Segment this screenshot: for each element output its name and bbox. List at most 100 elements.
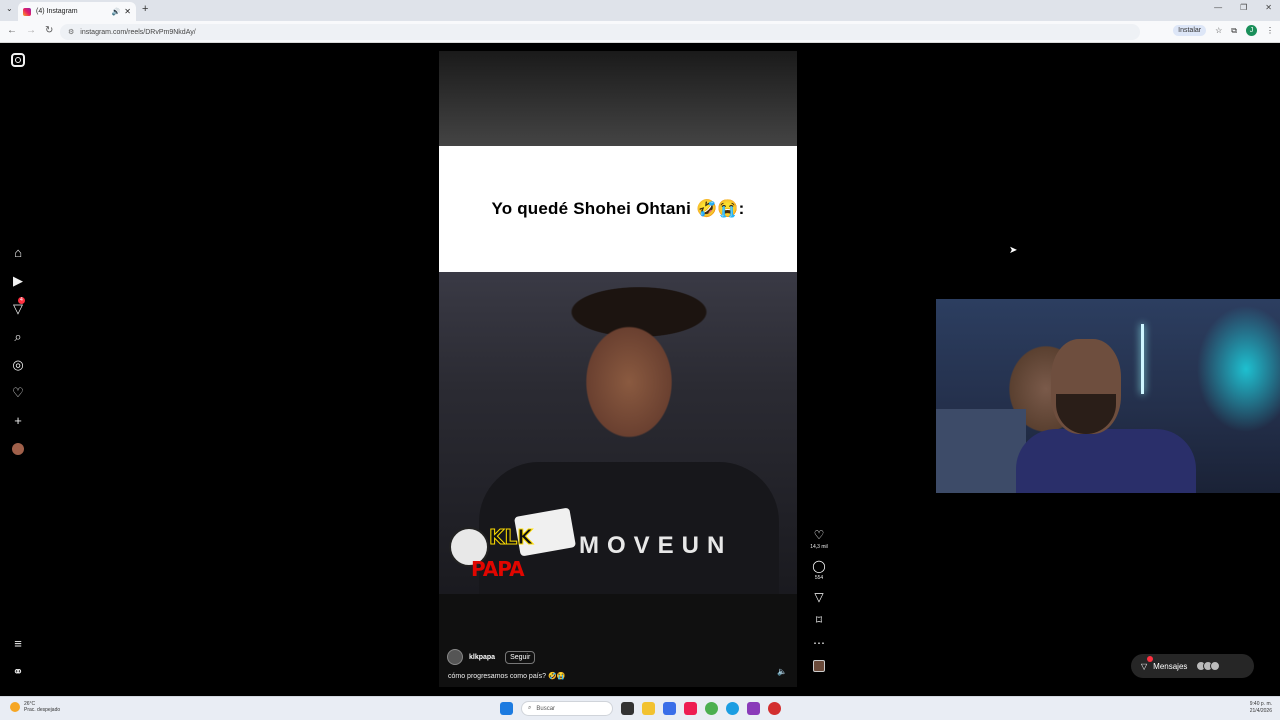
reel-info: klkpapa Seguir cómo progresamos como paí… bbox=[439, 594, 797, 687]
obs-icon[interactable] bbox=[768, 702, 781, 715]
profile-avatar[interactable]: J bbox=[1246, 25, 1257, 36]
heart-icon[interactable]: ♡ bbox=[814, 529, 825, 542]
close-window-icon[interactable]: ✕ bbox=[1265, 3, 1272, 12]
tiktok-icon[interactable] bbox=[684, 702, 697, 715]
comment-action[interactable]: ◯ 554 bbox=[806, 560, 832, 582]
caption-card: Yo quedé Shohei Ohtani 🤣😭: bbox=[439, 146, 797, 272]
share-icon[interactable]: ▽ bbox=[814, 591, 823, 604]
notifications-heart-icon[interactable]: ♡ bbox=[10, 385, 26, 401]
minimize-icon[interactable]: — bbox=[1214, 3, 1222, 12]
search-placeholder: Buscar bbox=[536, 705, 556, 712]
logo-text-bottom: PAPA bbox=[471, 557, 525, 581]
forward-icon[interactable]: → bbox=[26, 25, 36, 36]
webcam-bed bbox=[936, 409, 1026, 493]
reels-icon[interactable]: ▶ bbox=[10, 273, 26, 289]
like-action[interactable]: ♡ 14,3 mil bbox=[806, 529, 832, 551]
notification-badge: 4 bbox=[18, 297, 25, 304]
create-plus-icon[interactable]: + bbox=[10, 413, 26, 429]
back-icon[interactable]: ← bbox=[7, 25, 17, 36]
speaker-icon[interactable]: 🔊 bbox=[112, 8, 121, 16]
taskbar-clock[interactable]: 9:40 p. m. 21/4/2026 bbox=[1250, 701, 1272, 715]
taskbar-search[interactable]: ⌕ Buscar bbox=[521, 701, 613, 716]
instagram-logo-icon[interactable] bbox=[11, 53, 25, 67]
url-field[interactable]: ⚙ instagram.com/reels/DRvPm9NkdAy/ bbox=[60, 24, 1140, 40]
browser-toolbar-right: Instalar ☆ ⧉ J ⋮ bbox=[1173, 25, 1274, 36]
messages-badge bbox=[1147, 656, 1153, 662]
author-name[interactable]: klkpapa bbox=[469, 654, 495, 661]
comment-count: 554 bbox=[814, 575, 824, 581]
instagram-favicon-icon bbox=[23, 7, 31, 16]
search-icon[interactable]: ⌕ bbox=[10, 329, 26, 345]
weather-sun-icon bbox=[10, 702, 20, 712]
audio-thumbnail[interactable] bbox=[813, 660, 825, 672]
save-action[interactable]: ⌑ bbox=[806, 614, 832, 627]
new-tab-button[interactable]: + bbox=[142, 3, 148, 15]
reel-top-gradient bbox=[439, 51, 797, 146]
follow-button[interactable]: Seguir bbox=[505, 650, 536, 664]
taskbar-apps: ⌕ Buscar bbox=[500, 701, 781, 716]
messenger-icon: ▽ bbox=[1141, 661, 1148, 671]
browser-tab-bar: ⌄ (4) Instagram 🔊 ✕ + — ❐ ✕ bbox=[0, 0, 1280, 21]
webcam-person-body bbox=[1016, 429, 1196, 493]
browser-tab-instagram[interactable]: (4) Instagram 🔊 ✕ bbox=[18, 2, 136, 21]
comment-icon[interactable]: ◯ bbox=[812, 560, 825, 573]
messages-label: Mensajes bbox=[1153, 661, 1188, 671]
tab-title: (4) Instagram bbox=[36, 8, 78, 15]
webcam-overlay bbox=[936, 299, 1280, 493]
task-view-icon[interactable] bbox=[621, 702, 634, 715]
left-navigation: ⌂ ▶ ▽ 4 ⌕ ◎ ♡ + ≡ ⚭ bbox=[0, 43, 36, 696]
install-app-button[interactable]: Instalar bbox=[1173, 25, 1207, 36]
chrome-icon[interactable] bbox=[705, 702, 718, 715]
extensions-icon[interactable]: ⧉ bbox=[1231, 26, 1237, 36]
message-avatars bbox=[1196, 661, 1221, 671]
url-text: instagram.com/reels/DRvPm9NkdAy/ bbox=[80, 28, 196, 36]
profile-avatar-nav[interactable] bbox=[12, 443, 24, 455]
window-controls: — ❐ ✕ bbox=[1214, 3, 1272, 12]
more-menu-icon[interactable]: ≡ bbox=[10, 636, 26, 652]
klk-papa-logo: KLK PAPA bbox=[449, 517, 549, 585]
shirt-text: MOVEUN bbox=[579, 532, 733, 559]
bookmark-star-icon[interactable]: ☆ bbox=[1215, 26, 1222, 35]
edge-icon[interactable] bbox=[726, 702, 739, 715]
clock-date: 21/4/2026 bbox=[1249, 708, 1272, 714]
post-caption: cómo progresamos como país? 🤣😭 bbox=[448, 673, 566, 680]
home-icon[interactable]: ⌂ bbox=[10, 245, 26, 261]
like-count: 14,3 mil bbox=[810, 544, 828, 550]
messages-nav-icon[interactable]: ▽ 4 bbox=[10, 297, 26, 317]
more-options-icon[interactable]: ⋯ bbox=[813, 637, 825, 650]
browser-menu-icon[interactable]: ⋮ bbox=[1266, 26, 1274, 35]
windows-taskbar: 26°C Prac. despejado ⌕ Buscar 9:40 p. m.… bbox=[0, 696, 1280, 720]
app-icon[interactable] bbox=[747, 702, 760, 715]
bookmark-icon[interactable]: ⌑ bbox=[816, 614, 822, 627]
weather-widget[interactable]: 26°C Prac. despejado bbox=[10, 701, 60, 713]
clock-time: 9:40 p. m. bbox=[1249, 701, 1272, 707]
logo-text-top: KLK bbox=[489, 525, 534, 550]
instagram-page: ⌂ ▶ ▽ 4 ⌕ ◎ ♡ + ≡ ⚭ Yo quedé Shohei Ohtan… bbox=[0, 43, 1280, 696]
tab-search-icon[interactable]: ⌄ bbox=[6, 4, 13, 13]
restore-icon[interactable]: ❐ bbox=[1240, 3, 1247, 12]
windows-start-icon[interactable] bbox=[500, 702, 513, 715]
explore-compass-icon[interactable]: ◎ bbox=[10, 357, 26, 373]
caption-card-text: Yo quedé Shohei Ohtani 🤣😭: bbox=[491, 199, 745, 218]
share-action[interactable]: ▽ bbox=[806, 591, 832, 604]
video-frame[interactable]: MOVEUN KLK PAPA bbox=[439, 272, 797, 602]
webcam-led-light bbox=[1141, 324, 1144, 394]
address-bar: ← → ↻ ⚙ instagram.com/reels/DRvPm9NkdAy/… bbox=[0, 21, 1280, 43]
reel-actions: ♡ 14,3 mil ◯ 554 ▽ ⌑ ⋯ bbox=[806, 529, 832, 672]
weather-description: Prac. despejado bbox=[24, 707, 61, 713]
meta-apps-icon[interactable]: ⚭ bbox=[10, 664, 26, 680]
search-icon: ⌕ bbox=[528, 705, 532, 711]
store-icon[interactable] bbox=[663, 702, 676, 715]
site-info-icon[interactable]: ⚙ bbox=[68, 28, 74, 36]
mute-icon[interactable]: 🔈 bbox=[777, 667, 787, 676]
author-avatar[interactable] bbox=[447, 649, 463, 665]
file-explorer-icon[interactable] bbox=[642, 702, 655, 715]
author-row: klkpapa Seguir bbox=[447, 649, 536, 665]
reload-icon[interactable]: ↻ bbox=[45, 25, 53, 36]
messages-button[interactable]: ▽ Mensajes bbox=[1131, 654, 1254, 678]
mouse-cursor-icon: ➤ bbox=[1009, 245, 1018, 256]
close-tab-icon[interactable]: ✕ bbox=[124, 7, 131, 16]
reel-player[interactable]: Yo quedé Shohei Ohtani 🤣😭: MOVEUN KLK PA… bbox=[439, 51, 797, 687]
more-action[interactable]: ⋯ bbox=[806, 637, 832, 650]
navigation-buttons: ← → ↻ bbox=[7, 25, 53, 36]
